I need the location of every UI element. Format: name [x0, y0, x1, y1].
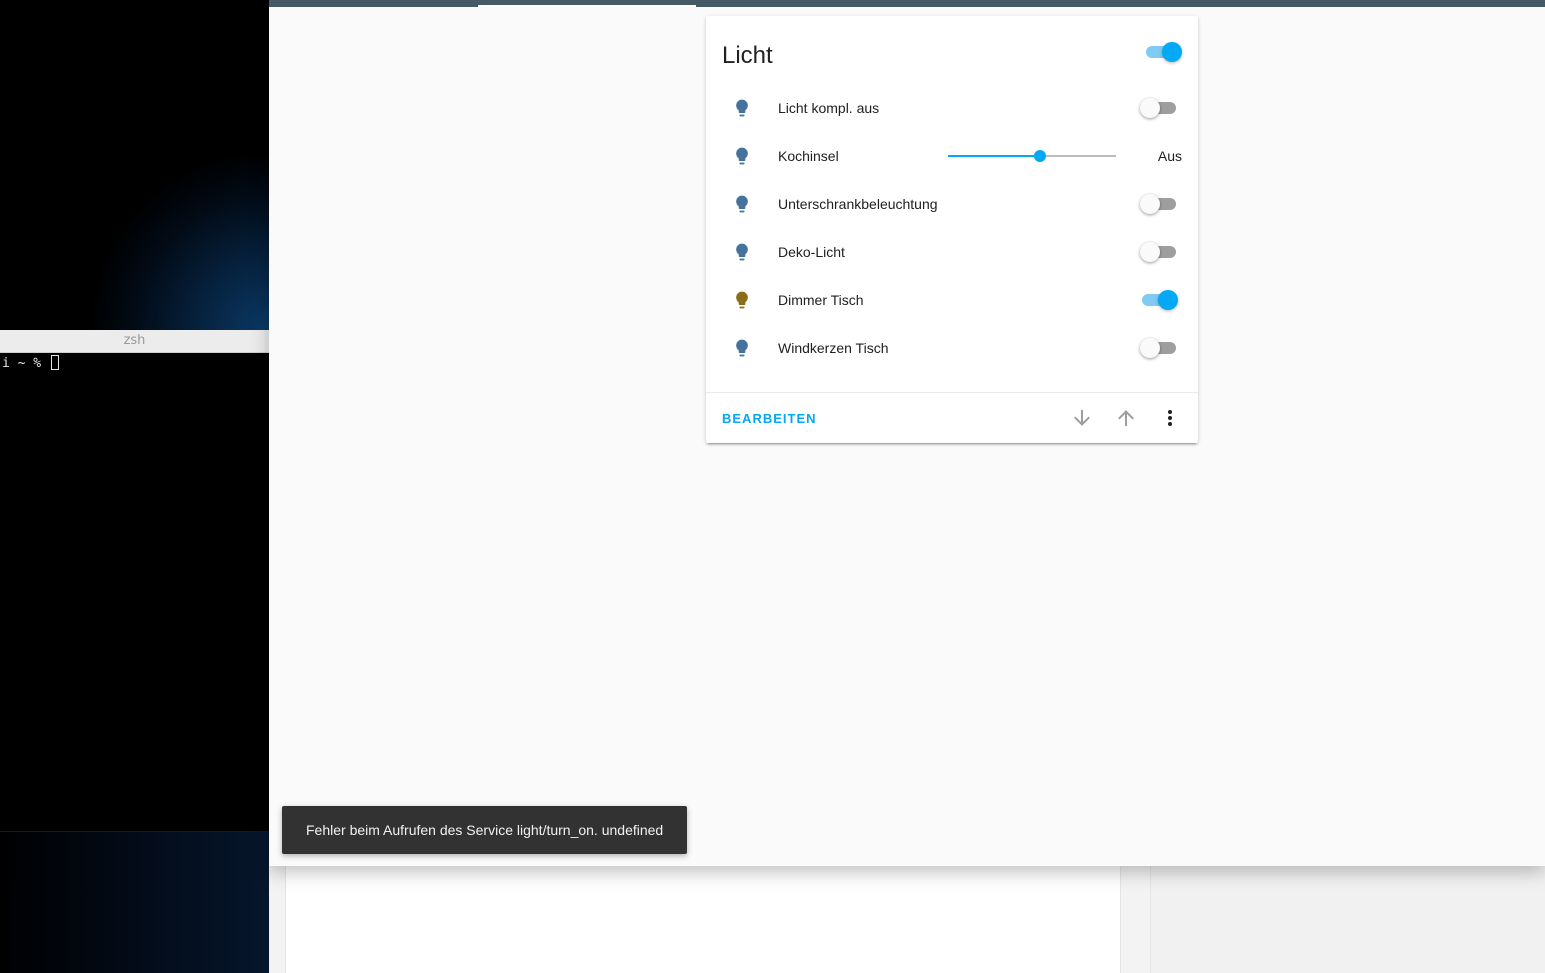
edit-button[interactable]: BEARBEITEN: [714, 401, 825, 437]
entity-state: Aus: [1157, 148, 1182, 164]
slider-track: [1040, 155, 1116, 157]
entity-toggle[interactable]: [1140, 337, 1178, 359]
toggle-thumb: [1140, 98, 1160, 118]
slider-knob[interactable]: [1034, 150, 1047, 162]
lightbulb-icon[interactable]: [732, 144, 752, 168]
arrow-up-icon[interactable]: [1114, 406, 1138, 430]
toggle-thumb: [1162, 42, 1182, 62]
lightbulb-icon[interactable]: [732, 336, 752, 360]
entity-row-unterschrankbeleuchtung: Unterschrankbeleuchtung: [722, 184, 1182, 224]
entity-row-dimmer-tisch: Dimmer Tisch: [722, 280, 1182, 320]
app-toolbar: [269, 0, 1545, 7]
active-tab-indicator: [478, 5, 696, 7]
master-toggle[interactable]: [1144, 41, 1182, 63]
card-actions: BEARBEITEN: [706, 392, 1198, 444]
brightness-slider[interactable]: [948, 150, 1116, 162]
arrow-down-icon[interactable]: [1070, 406, 1094, 430]
terminal-title[interactable]: zsh: [0, 330, 269, 353]
toggle-thumb: [1140, 242, 1160, 262]
terminal-cursor: [50, 355, 59, 370]
entity-toggle[interactable]: [1140, 289, 1178, 311]
entity-name[interactable]: Licht kompl. aus: [778, 88, 879, 128]
entities-card: Licht Licht kompl. aus Kochinsel Aus Unt…: [706, 16, 1198, 443]
background-panel-left: [285, 866, 1121, 973]
entity-row-deko-licht: Deko-Licht: [722, 232, 1182, 272]
toggle-thumb: [1140, 338, 1160, 358]
entity-name[interactable]: Dimmer Tisch: [778, 280, 864, 320]
background-panel-right: [1150, 866, 1545, 973]
entity-toggle[interactable]: [1140, 193, 1178, 215]
error-toast: Fehler beim Aufrufen des Service light/t…: [282, 806, 687, 854]
toggle-thumb: [1158, 290, 1178, 310]
dots-vertical-icon[interactable]: [1158, 406, 1182, 430]
terminal-window[interactable]: zsh i ~ %: [0, 330, 269, 831]
toggle-thumb: [1140, 194, 1160, 214]
lightbulb-icon[interactable]: [732, 192, 752, 216]
entity-row-licht-kompl-aus: Licht kompl. aus: [722, 88, 1182, 128]
terminal-prompt: i ~ %: [2, 356, 49, 371]
lightbulb-icon[interactable]: [732, 288, 752, 312]
entity-toggle[interactable]: [1140, 97, 1178, 119]
card-header: Licht: [722, 38, 1182, 74]
lightbulb-icon[interactable]: [732, 240, 752, 264]
terminal-body[interactable]: i ~ %: [0, 353, 269, 375]
entity-name[interactable]: Unterschrankbeleuchtung: [778, 184, 938, 224]
desktop-wallpaper-bottom: [0, 831, 269, 973]
entity-name[interactable]: Deko-Licht: [778, 232, 845, 272]
lightbulb-icon[interactable]: [732, 96, 752, 120]
entity-row-kochinsel: Kochinsel Aus: [722, 136, 1182, 176]
entity-toggle[interactable]: [1140, 241, 1178, 263]
app-window: Licht Licht kompl. aus Kochinsel Aus Unt…: [269, 0, 1545, 866]
entity-name[interactable]: Windkerzen Tisch: [778, 328, 888, 368]
card-title: Licht: [722, 42, 773, 69]
slider-fill: [948, 155, 1041, 157]
desktop-wallpaper: [0, 0, 269, 330]
entity-name[interactable]: Kochinsel: [778, 136, 839, 176]
entity-row-windkerzen-tisch: Windkerzen Tisch: [722, 328, 1182, 368]
